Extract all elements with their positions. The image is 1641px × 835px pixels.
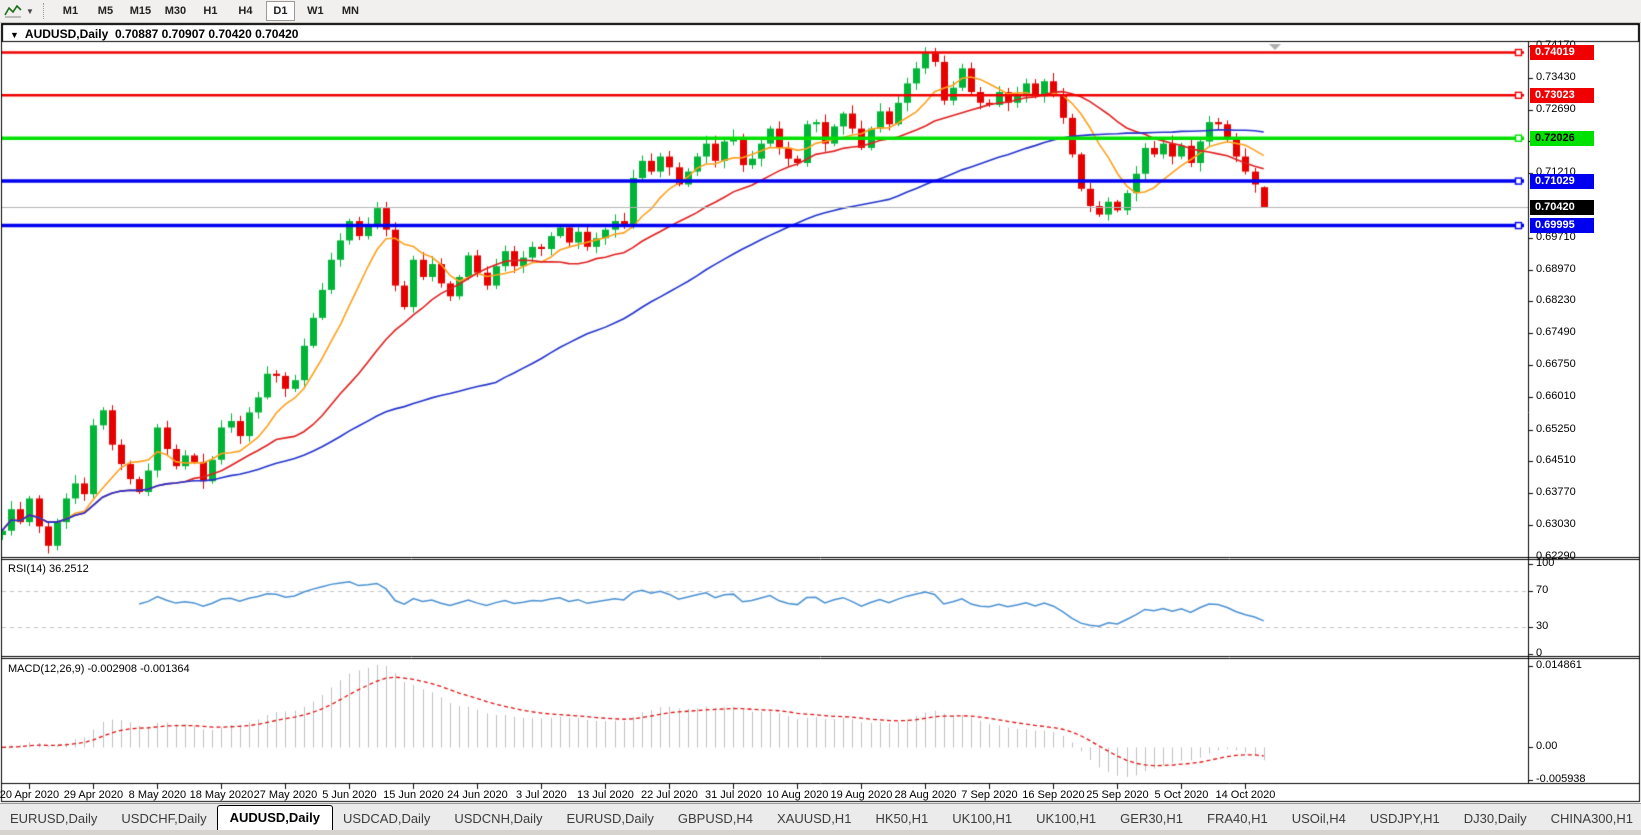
chart-tab-usdjpy-h1[interactable]: USDJPY,H1 (1360, 807, 1450, 831)
timeframe-button-h1[interactable]: H1 (196, 1, 225, 21)
price-level-tag[interactable]: 0.72026 (1530, 131, 1594, 146)
rsi-tick-label: 70 (1536, 584, 1548, 596)
chart-tab-bar: EURUSD,DailyUSDCHF,DailyAUDUSD,DailyUSDC… (0, 803, 1641, 831)
timeframe-button-m5[interactable]: M5 (91, 1, 120, 21)
price-tick-label: 0.63030 (1536, 518, 1576, 530)
timeframe-button-m30[interactable]: M30 (161, 1, 190, 21)
status-strip (0, 830, 1641, 835)
toolbar-grip (43, 3, 44, 19)
chart-tab-dj30-daily[interactable]: DJ30,Daily (1454, 807, 1537, 831)
chart-symbol-period: AUDUSD,Daily (25, 27, 108, 41)
price-tick-label: 0.65250 (1536, 423, 1576, 435)
price-level-tag[interactable]: 0.73023 (1530, 88, 1594, 103)
macd-tick-label: -0.005938 (1536, 773, 1586, 785)
price-tick-label: 0.73430 (1536, 71, 1576, 83)
price-tick-label: 0.72690 (1536, 103, 1576, 115)
timeframe-button-h4[interactable]: H4 (231, 1, 260, 21)
price-tick-label: 0.63770 (1536, 486, 1576, 498)
chart-tab-ger30-h1[interactable]: GER30,H1 (1110, 807, 1193, 831)
chart-menu-icon[interactable]: ▼ (10, 30, 19, 40)
timeframe-button-d1[interactable]: D1 (266, 1, 295, 21)
rsi-tick-label: 100 (1536, 557, 1554, 569)
timeframe-toolbar: ▼ M1 M5 M15 M30 H1 H4 D1 W1 MN (0, 0, 1641, 23)
macd-indicator-label: MACD(12,26,9) -0.002908 -0.001364 (8, 663, 190, 675)
chart-tab-fra40-h1[interactable]: FRA40,H1 (1197, 807, 1278, 831)
chart-tab-audusd-daily[interactable]: AUDUSD,Daily (217, 805, 333, 831)
chart-tab-gbpusd-h4[interactable]: GBPUSD,H4 (668, 807, 763, 831)
chart-tab-eurusd-daily[interactable]: EURUSD,Daily (556, 807, 663, 831)
price-level-tag[interactable]: 0.69995 (1530, 218, 1594, 233)
chart-tab-usdcnh-daily[interactable]: USDCNH,Daily (444, 807, 552, 831)
chart-tab-usdchf-daily[interactable]: USDCHF,Daily (111, 807, 216, 831)
chart-tab-hk50-h1[interactable]: HK50,H1 (865, 807, 938, 831)
chart-ohlc-values: 0.70887 0.70907 0.70420 0.70420 (115, 27, 299, 41)
date-label: 14 Oct 2020 (1205, 789, 1285, 801)
price-tick-label: 0.67490 (1536, 326, 1576, 338)
chart-tab-usoil-h4[interactable]: USOil,H4 (1282, 807, 1356, 831)
price-chart-canvas[interactable] (0, 0, 1641, 835)
chart-tab-eurusd-daily[interactable]: EURUSD,Daily (0, 807, 107, 831)
indicators-icon[interactable] (0, 4, 25, 18)
price-level-tag[interactable]: 0.71029 (1530, 174, 1594, 189)
price-tick-label: 0.66010 (1536, 390, 1576, 402)
current-price-tag: 0.70420 (1530, 200, 1594, 215)
price-level-tag[interactable]: 0.74019 (1530, 45, 1594, 60)
timeframe-button-m1[interactable]: M1 (56, 1, 85, 21)
indicators-dropdown-caret-icon[interactable]: ▼ (25, 7, 38, 16)
chart-tab-uk100-h1[interactable]: UK100,H1 (942, 807, 1022, 831)
timeframe-button-m15[interactable]: M15 (126, 1, 155, 21)
price-tick-label: 0.68230 (1536, 294, 1576, 306)
timeframe-button-w1[interactable]: W1 (301, 1, 330, 21)
rsi-indicator-label: RSI(14) 36.2512 (8, 563, 89, 575)
price-tick-label: 0.64510 (1536, 454, 1576, 466)
chart-tab-uk100-h1[interactable]: UK100,H1 (1026, 807, 1106, 831)
chart-tab-xauusd-h1[interactable]: XAUUSD,H1 (767, 807, 861, 831)
chart-tab-usdcad-daily[interactable]: USDCAD,Daily (333, 807, 440, 831)
price-tick-label: 0.68970 (1536, 263, 1576, 275)
chart-tab-china300-h1[interactable]: CHINA300,H1 (1541, 807, 1641, 831)
macd-tick-label: 0.00 (1536, 740, 1557, 752)
rsi-tick-label: 30 (1536, 620, 1548, 632)
rsi-tick-label: 0 (1536, 647, 1542, 659)
chart-title: ▼ AUDUSD,Daily 0.70887 0.70907 0.70420 0.… (10, 27, 298, 41)
macd-tick-label: 0.014861 (1536, 659, 1582, 671)
timeframe-button-mn[interactable]: MN (336, 1, 365, 21)
price-tick-label: 0.66750 (1536, 358, 1576, 370)
